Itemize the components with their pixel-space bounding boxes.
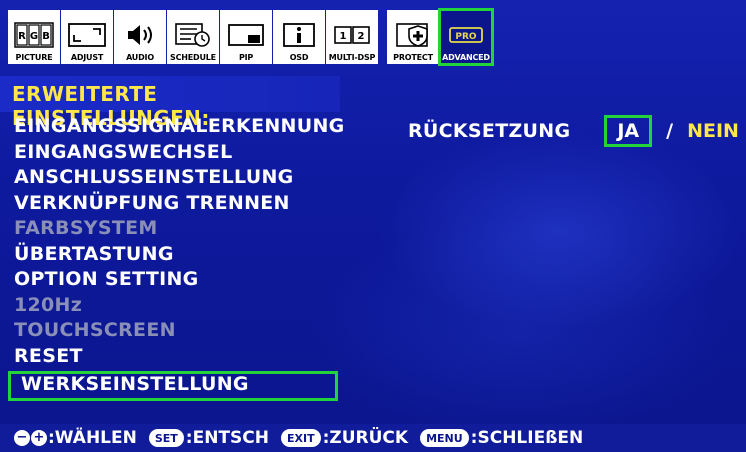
menu-key-icon: MENU bbox=[420, 429, 469, 447]
help-select: − + :WÄHLEN bbox=[14, 428, 137, 448]
menu-item-anschlusseinstellung[interactable]: ANSCHLUSSEINSTELLUNG bbox=[0, 165, 380, 191]
tab-label: PROTECT bbox=[393, 53, 433, 62]
reset-label: RÜCKSETZUNG bbox=[408, 120, 571, 142]
help-menu-text: :SCHLIEßEN bbox=[470, 428, 584, 448]
tab-protect[interactable]: PROTECT bbox=[387, 10, 439, 64]
svg-text:2: 2 bbox=[358, 31, 365, 42]
tab-pip[interactable]: PIP bbox=[220, 10, 272, 64]
category-tab-bar: R G B PICTURE ADJUST AUDIO SCHEDULE PIP … bbox=[8, 8, 494, 68]
option-separator: / bbox=[666, 120, 674, 142]
tab-label: PICTURE bbox=[15, 53, 53, 62]
tab-label: MULTI-DSP bbox=[328, 53, 376, 62]
help-menu: MENU :SCHLIEßEN bbox=[420, 428, 583, 448]
tab-label: AUDIO bbox=[126, 53, 154, 62]
tab-schedule[interactable]: SCHEDULE bbox=[167, 10, 219, 64]
svg-text:1: 1 bbox=[340, 31, 347, 42]
tab-advanced[interactable]: PRO ADVANCED bbox=[438, 8, 494, 66]
multi-display-icon: 1 2 bbox=[330, 19, 374, 51]
adjust-icon bbox=[65, 19, 109, 51]
help-exit-text: :ZURÜCK bbox=[322, 428, 409, 448]
menu-item-reset[interactable]: RESET bbox=[0, 344, 380, 370]
exit-key-icon: EXIT bbox=[280, 429, 321, 447]
shield-icon bbox=[391, 19, 435, 51]
help-set: SET :ENTSCH bbox=[148, 428, 269, 448]
pip-icon bbox=[224, 19, 268, 51]
menu-item-option-setting[interactable]: OPTION SETTING bbox=[0, 267, 380, 293]
help-exit: EXIT :ZURÜCK bbox=[280, 428, 409, 448]
set-key-icon: SET bbox=[148, 429, 184, 447]
tab-label: ADJUST bbox=[70, 53, 104, 62]
tab-osd[interactable]: OSD bbox=[273, 10, 325, 64]
minus-key-icon: − bbox=[14, 430, 30, 446]
option-yes[interactable]: JA bbox=[604, 115, 653, 147]
settings-menu: EINGANGSSIGNALERKENNUNG EINGANGSWECHSEL … bbox=[0, 114, 380, 401]
menu-item-eingangssignalerkennung[interactable]: EINGANGSSIGNALERKENNUNG bbox=[0, 114, 380, 140]
tab-label: OSD bbox=[289, 53, 309, 62]
tab-label: PIP bbox=[238, 53, 254, 62]
tab-picture[interactable]: R G B PICTURE bbox=[8, 10, 60, 64]
menu-item-uebertastung[interactable]: ÜBERTASTUNG bbox=[0, 242, 380, 268]
menu-item-touchscreen: TOUCHSCREEN bbox=[14, 319, 176, 341]
tab-label: SCHEDULE bbox=[170, 53, 216, 62]
svg-text:PRO: PRO bbox=[455, 32, 477, 42]
menu-item-werkseinstellung[interactable]: WERKSEINSTELLUNG bbox=[8, 371, 338, 401]
tab-audio[interactable]: AUDIO bbox=[114, 10, 166, 64]
rgb-icon: R G B bbox=[12, 19, 56, 51]
page-title: ERWEITERTE EINSTELLUNGEN: bbox=[0, 76, 340, 130]
osd-screen: R G B PICTURE ADJUST AUDIO SCHEDULE PIP … bbox=[0, 0, 746, 452]
menu-item-120hz: 120Hz bbox=[14, 293, 83, 316]
help-set-text: :ENTSCH bbox=[185, 428, 269, 448]
option-no[interactable]: NEIN bbox=[687, 120, 739, 142]
help-select-text: :WÄHLEN bbox=[48, 428, 137, 448]
plus-key-icon: + bbox=[31, 430, 47, 446]
pro-icon: PRO bbox=[444, 19, 488, 51]
tab-multi-dsp[interactable]: 1 2 MULTI-DSP bbox=[326, 10, 378, 64]
tab-adjust[interactable]: ADJUST bbox=[61, 10, 113, 64]
schedule-icon bbox=[171, 19, 215, 51]
svg-text:R: R bbox=[18, 31, 26, 42]
help-bar: − + :WÄHLEN SET :ENTSCH EXIT :ZURÜCK MEN… bbox=[0, 424, 746, 452]
menu-item-verknuepfung-trennen[interactable]: VERKNÜPFUNG TRENNEN bbox=[0, 191, 380, 217]
speaker-icon bbox=[118, 19, 162, 51]
reset-confirmation-row: RÜCKSETZUNG JA / NEIN bbox=[408, 114, 739, 148]
menu-item-farbsystem: FARBSYSTEM bbox=[14, 217, 158, 239]
menu-item-eingangswechsel[interactable]: EINGANGSWECHSEL bbox=[0, 140, 380, 166]
tab-label: ADVANCED bbox=[442, 53, 490, 62]
svg-text:B: B bbox=[42, 31, 50, 42]
info-icon bbox=[277, 19, 321, 51]
svg-text:G: G bbox=[30, 31, 38, 42]
